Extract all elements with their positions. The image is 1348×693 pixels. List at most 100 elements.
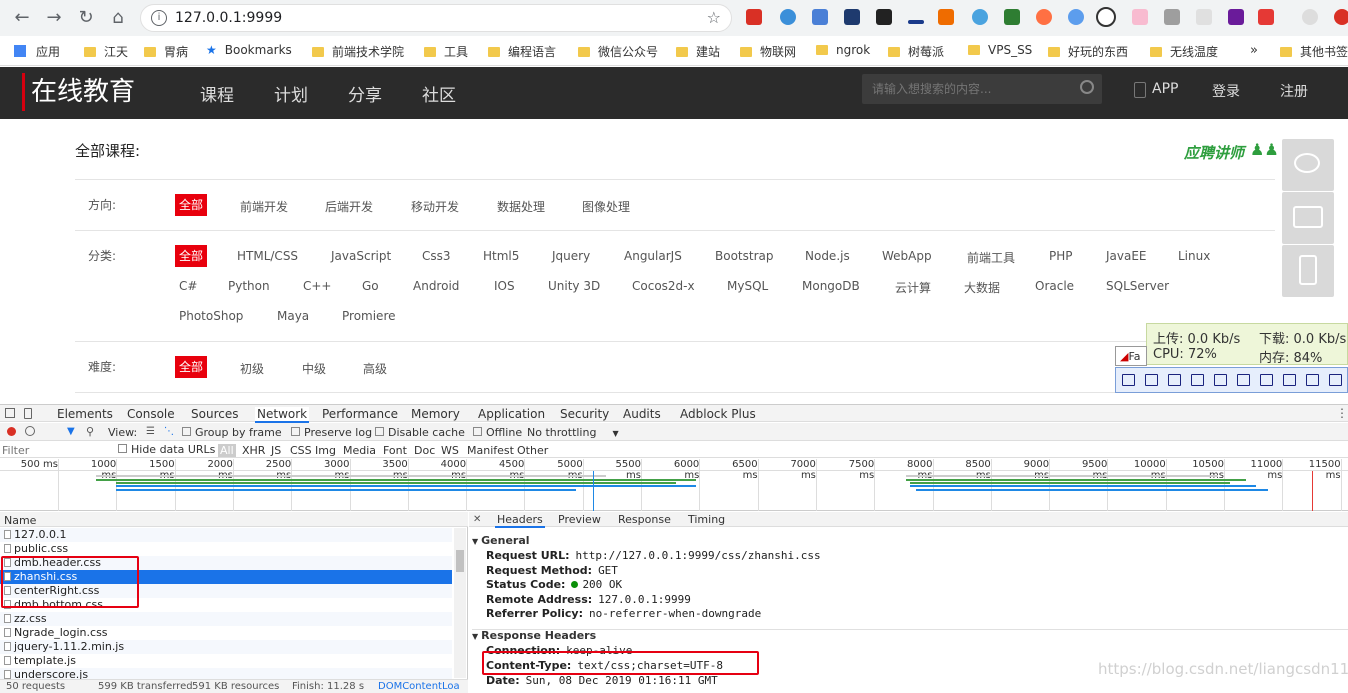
devtools-tab-application[interactable]: Application [478, 407, 545, 421]
direction-option[interactable]: 图像处理 [582, 198, 630, 215]
category-option[interactable]: C# [179, 279, 197, 293]
category-option[interactable]: 前端工具 [967, 249, 1015, 266]
devtools-tab-sources[interactable]: Sources [191, 407, 238, 421]
filter-icon[interactable]: ▼ [67, 426, 75, 437]
request-row[interactable]: template.js [0, 654, 452, 668]
forward-icon[interactable]: → [42, 6, 66, 30]
devtools-tab-performance[interactable]: Performance [322, 407, 398, 421]
search-input[interactable] [862, 74, 1072, 104]
category-option[interactable]: SQLServer [1106, 279, 1169, 293]
home-icon[interactable]: ⌂ [106, 6, 130, 30]
category-option[interactable]: Cocos2d-x [632, 279, 695, 293]
difficulty-option[interactable]: 高级 [363, 360, 387, 377]
screenshot-tool-icon[interactable] [1260, 374, 1273, 386]
request-row[interactable]: 127.0.0.1 [0, 528, 452, 542]
difficulty-option[interactable]: 中级 [302, 360, 326, 377]
request-row[interactable]: Ngrade_login.css [0, 626, 452, 640]
extension-icon[interactable] [938, 9, 954, 25]
category-option[interactable]: HTML/CSS [237, 249, 298, 263]
extension-icon[interactable] [1258, 9, 1274, 25]
devtools-menu-icon[interactable]: ⋮ [1336, 406, 1348, 420]
category-option[interactable]: WebApp [882, 249, 932, 263]
extension-icon[interactable] [1036, 9, 1052, 25]
category-option[interactable]: MongoDB [802, 279, 860, 293]
type-filter-font[interactable]: Font [383, 444, 407, 457]
bookmark-item[interactable]: 树莓派 [888, 43, 944, 60]
category-option[interactable]: Oracle [1035, 279, 1074, 293]
request-row[interactable]: jquery-1.11.2.min.js [0, 640, 452, 654]
category-all-button[interactable]: 全部 [175, 245, 207, 267]
type-filter-xhr[interactable]: XHR [242, 444, 265, 457]
disable-cache-checkbox[interactable]: Disable cache [375, 426, 465, 439]
wechat-icon[interactable] [1282, 139, 1334, 191]
request-row[interactable]: public.css [0, 542, 452, 556]
extension-icon[interactable] [908, 20, 924, 24]
category-option[interactable]: Android [413, 279, 459, 293]
devtools-tab-elements[interactable]: Elements [57, 407, 113, 421]
devtools-tab-audits[interactable]: Audits [623, 407, 661, 421]
nav-share[interactable]: 分享 [348, 81, 382, 106]
waterfall-icon[interactable]: ⋱ [164, 426, 174, 437]
jh-extension-icon[interactable] [812, 9, 828, 25]
category-option[interactable]: Go [362, 279, 379, 293]
reload-icon[interactable]: ↻ [74, 6, 98, 30]
screenshot-tool-icon[interactable] [1145, 374, 1158, 386]
group-by-frame-checkbox[interactable]: Group by frame [182, 426, 282, 439]
direction-all-button[interactable]: 全部 [175, 194, 207, 216]
rp-extension-icon[interactable] [1228, 9, 1244, 25]
register-link[interactable]: 注册 [1280, 81, 1308, 101]
inspect-icon[interactable] [5, 408, 15, 418]
type-filter-all[interactable]: All [218, 444, 236, 457]
screenshot-tool-icon[interactable] [1122, 374, 1135, 386]
direction-option[interactable]: 后端开发 [325, 198, 373, 215]
filter-input[interactable] [2, 443, 112, 457]
bookmark-item[interactable]: VPS_SS [968, 43, 1032, 57]
direction-option[interactable]: 前端开发 [240, 198, 288, 215]
bookmark-item[interactable]: ngrok [816, 43, 870, 57]
type-filter-ws[interactable]: WS [441, 444, 459, 457]
v-extension-icon[interactable] [844, 9, 860, 25]
nav-community[interactable]: 社区 [422, 81, 456, 106]
more-bookmarks-button[interactable]: » [1250, 43, 1258, 58]
category-option[interactable]: JavaScript [331, 249, 391, 263]
direction-option[interactable]: 数据处理 [497, 198, 545, 215]
screenshot-tool-icon[interactable] [1283, 374, 1296, 386]
detail-tab-headers[interactable]: Headers [495, 513, 545, 528]
back-icon[interactable]: ← [10, 6, 34, 30]
type-filter-doc[interactable]: Doc [414, 444, 435, 457]
scrollbar-thumb[interactable] [456, 550, 464, 572]
scrollbar[interactable] [454, 528, 466, 678]
recruit-link[interactable]: 应聘讲师 [1184, 142, 1244, 163]
type-filter-css[interactable]: CSS [290, 444, 312, 457]
bookmark-item[interactable]: 编程语言 [488, 43, 556, 60]
message-icon[interactable] [1282, 192, 1334, 244]
devtools-tab-security[interactable]: Security [560, 407, 609, 421]
category-option[interactable]: 大数据 [964, 279, 1000, 296]
preserve-log-checkbox[interactable]: Preserve log [291, 426, 372, 439]
category-option[interactable]: Maya [277, 309, 309, 323]
screenshot-tool-icon[interactable] [1214, 374, 1227, 386]
devtools-tab-network[interactable]: Network [255, 407, 310, 423]
mobile-icon[interactable] [1282, 245, 1334, 297]
hide-data-urls-checkbox[interactable]: Hide data URLs [118, 443, 215, 456]
difficulty-all-button[interactable]: 全部 [175, 356, 207, 378]
type-filter-img[interactable]: Img [315, 444, 336, 457]
type-filter-js[interactable]: JS [271, 444, 281, 457]
category-option[interactable]: JavaEE [1106, 249, 1147, 263]
type-filter-manifest[interactable]: Manifest [467, 444, 514, 457]
abp-extension-icon[interactable] [746, 9, 762, 25]
category-option[interactable]: Unity 3D [548, 279, 600, 293]
extension-icon[interactable] [1196, 9, 1212, 25]
login-link[interactable]: 登录 [1212, 81, 1240, 101]
offline-checkbox[interactable]: Offline [473, 426, 522, 439]
bookmark-item[interactable]: 工具 [424, 43, 468, 60]
category-option[interactable]: Html5 [483, 249, 519, 263]
search-icon[interactable] [1080, 80, 1094, 94]
record-icon[interactable] [7, 427, 16, 436]
bookmark-item[interactable]: 胃病 [144, 43, 188, 60]
bookmark-item[interactable]: 建站 [676, 43, 720, 60]
category-option[interactable]: Promiere [342, 309, 396, 323]
category-option[interactable]: MySQL [727, 279, 768, 293]
list-view-icon[interactable]: ☰ [146, 426, 155, 437]
screenshot-tool-icon[interactable] [1306, 374, 1319, 386]
